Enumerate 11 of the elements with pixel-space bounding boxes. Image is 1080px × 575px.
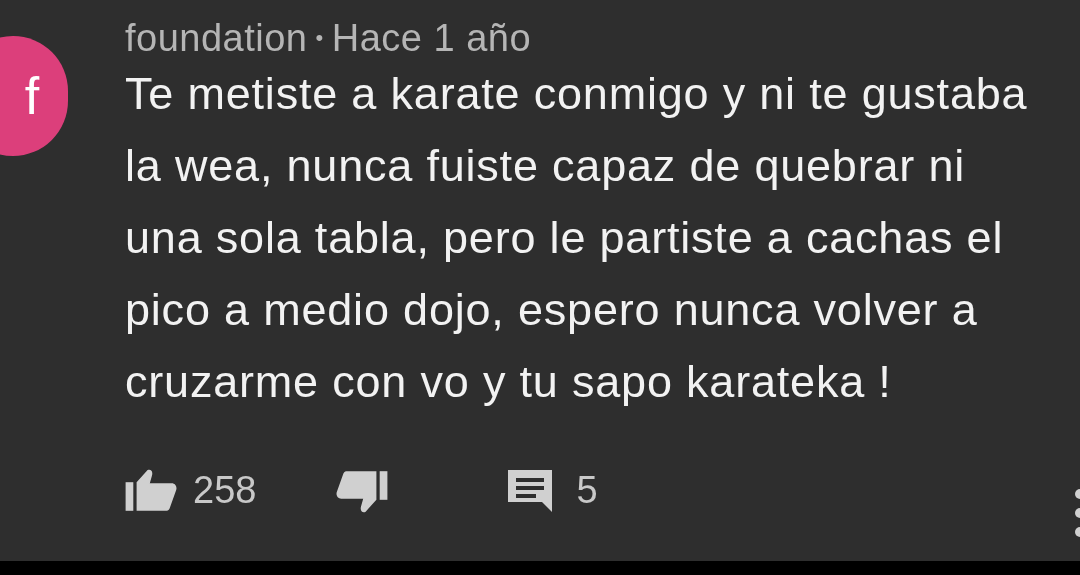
thumbs-down-icon[interactable] xyxy=(334,468,389,513)
thumbs-up-icon[interactable] xyxy=(125,468,179,513)
reply-count: 5 xyxy=(576,468,598,513)
like-count: 258 xyxy=(193,468,257,513)
avatar[interactable]: f xyxy=(0,36,68,156)
comment-icon[interactable] xyxy=(506,467,555,514)
separator: • xyxy=(315,24,324,52)
author-name[interactable]: foundation xyxy=(125,16,308,60)
avatar-letter: f xyxy=(24,66,40,127)
comment-text: Te metiste a karate conmigo y ni te gustaba la wea, nunca fuiste capaz de quebrar ni una sola tabla, pero le partiste a cachas el pico a medio dojo, espero nunca volver a cruzarme con vo y tu sapo karateka ! xyxy=(125,67,1028,409)
timestamp: Hace 1 año xyxy=(331,16,532,60)
